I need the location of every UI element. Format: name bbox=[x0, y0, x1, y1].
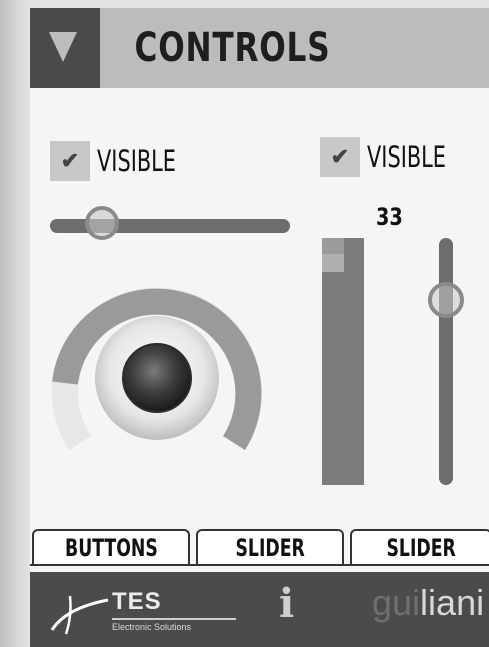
rotary-knob[interactable] bbox=[50, 278, 264, 458]
menu-toggle-button[interactable] bbox=[30, 8, 100, 88]
vertical-slider[interactable] bbox=[426, 238, 466, 485]
swoosh-icon bbox=[50, 595, 109, 635]
slider-thumb[interactable] bbox=[85, 206, 119, 240]
visible-label-right: VISIBLE bbox=[367, 140, 447, 174]
visible-checkbox-left[interactable]: ✔ VISIBLE bbox=[50, 141, 210, 181]
slider-track bbox=[439, 238, 453, 485]
brand-wordmark: guiliani bbox=[372, 582, 484, 624]
tab-divider bbox=[30, 564, 489, 566]
tab-slider-2[interactable]: SLIDER bbox=[350, 529, 489, 565]
tab-label: BUTTONS bbox=[64, 534, 158, 562]
tab-label: SLIDER bbox=[386, 534, 456, 562]
slider-thumb[interactable] bbox=[428, 282, 464, 318]
tab-label: SLIDER bbox=[235, 534, 305, 562]
checkmark-icon: ✔ bbox=[320, 137, 360, 177]
controls-panel: CONTROLS ✔ VISIBLE ✔ VISIBLE 33 BUTTONS … bbox=[30, 8, 489, 647]
logo-rule bbox=[112, 618, 236, 620]
visible-label-left: VISIBLE bbox=[97, 144, 177, 178]
tab-buttons[interactable]: BUTTONS bbox=[32, 529, 190, 565]
brand-part-1: gui bbox=[372, 582, 421, 623]
brand-part-2: liani bbox=[420, 582, 485, 623]
logo-subtitle: Electronic Solutions bbox=[112, 622, 192, 632]
visible-checkbox-right[interactable]: ✔ VISIBLE bbox=[320, 137, 480, 177]
level-bar-highlight-light bbox=[322, 254, 344, 272]
header-bar: CONTROLS bbox=[30, 8, 489, 88]
logo-name: TES bbox=[112, 588, 162, 615]
info-icon[interactable]: i bbox=[279, 580, 294, 627]
tab-slider-1[interactable]: SLIDER bbox=[196, 529, 344, 565]
value-readout: 33 bbox=[376, 203, 403, 231]
checkmark-icon: ✔ bbox=[50, 141, 90, 181]
horizontal-slider[interactable] bbox=[50, 204, 290, 248]
page-title: CONTROLS bbox=[134, 25, 331, 71]
knob-cap[interactable] bbox=[122, 343, 192, 413]
level-bar bbox=[322, 238, 364, 485]
tes-logo: TES Electronic Solutions bbox=[46, 586, 246, 636]
triangle-down-icon bbox=[49, 32, 77, 62]
footer-bar: TES Electronic Solutions i guiliani bbox=[30, 572, 489, 647]
